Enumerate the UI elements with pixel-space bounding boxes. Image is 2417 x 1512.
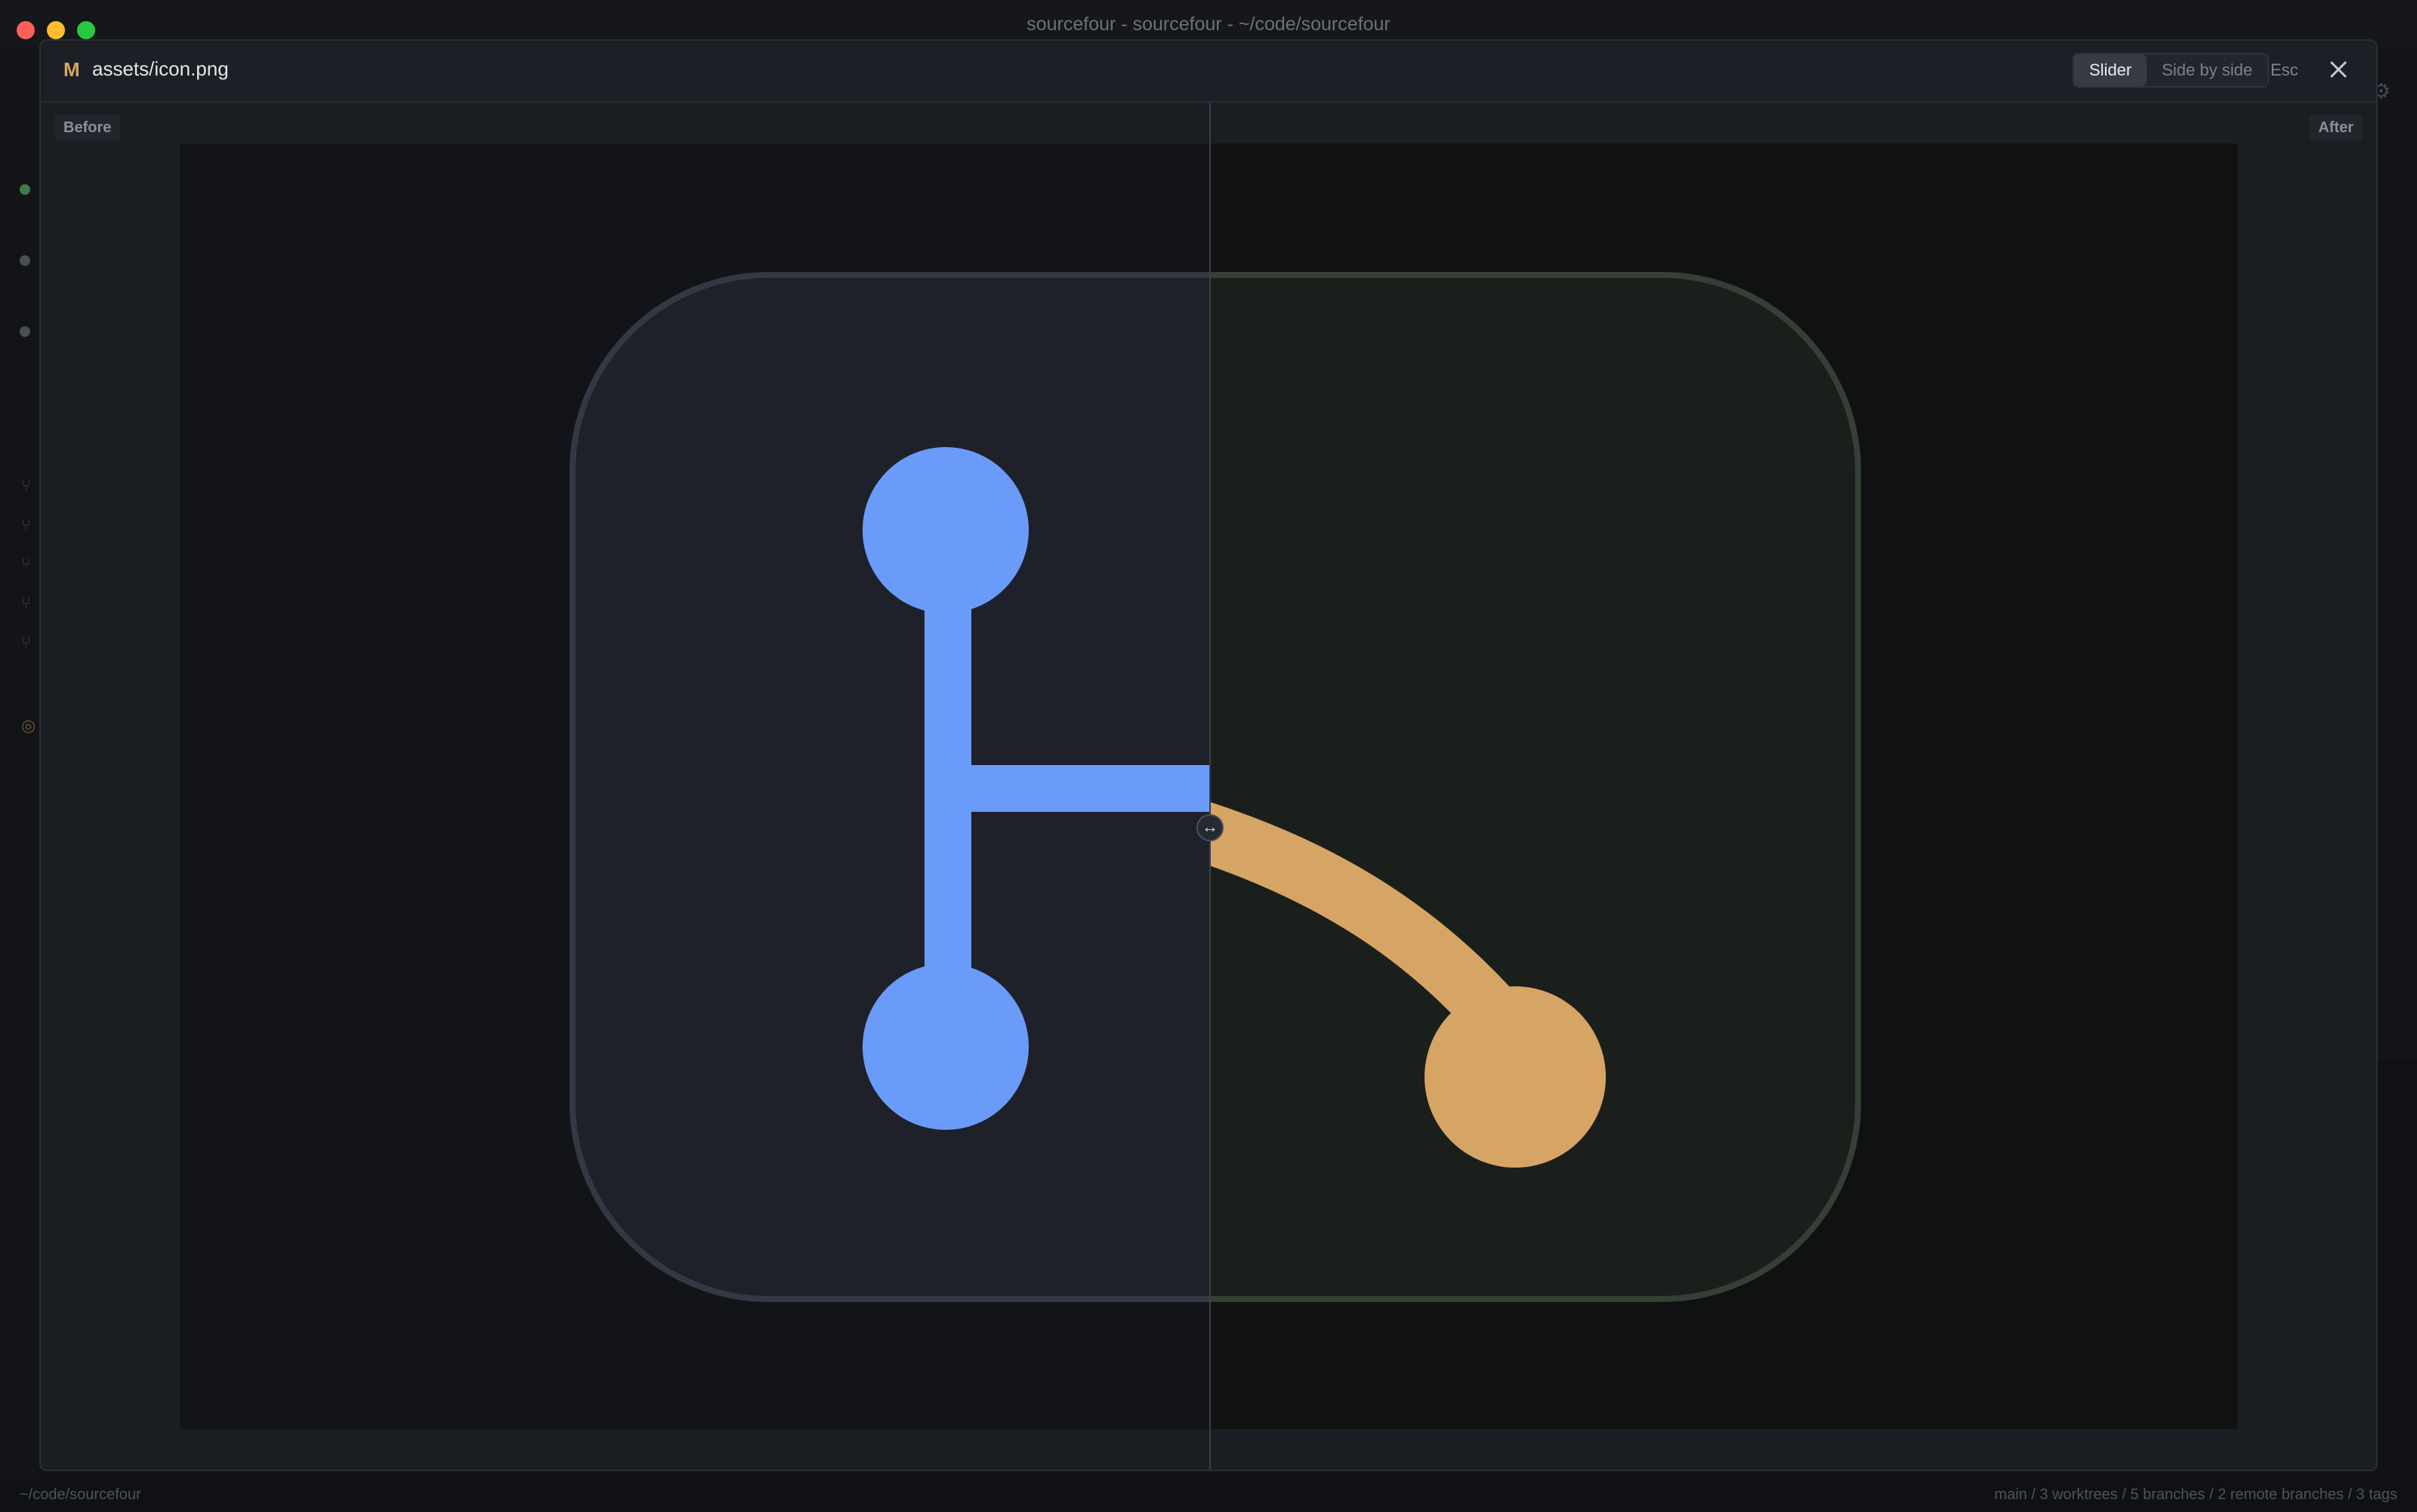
after-label: After <box>2309 115 2363 140</box>
view-mode-side-by-side-button[interactable]: Side by side <box>2147 54 2267 86</box>
file-path: assets/icon.png <box>92 57 229 80</box>
window-title: sourcefour - sourcefour - ~/code/sourcef… <box>1026 14 1391 35</box>
image-canvas <box>180 143 2237 1429</box>
status-bar: ~/code/sourcefour main / 3 worktrees / 5… <box>0 1480 2417 1512</box>
slider-divider[interactable] <box>1209 103 1211 1470</box>
modal-header: M assets/icon.png Slider Side by side Es… <box>41 41 2376 103</box>
status-dot-icon <box>20 326 30 337</box>
branch-icon: ⑂ <box>21 633 32 652</box>
repo-summary: main / 3 worktrees / 5 branches / 2 remo… <box>1994 1486 2397 1503</box>
slider-handle[interactable]: ↔ <box>1196 814 1224 841</box>
view-mode-slider-button[interactable]: Slider <box>2074 54 2147 86</box>
view-mode-toggle: Slider Side by side <box>2073 53 2270 88</box>
close-button[interactable] <box>2323 54 2354 85</box>
before-label: Before <box>54 115 121 140</box>
branch-icon: ⑂ <box>21 476 32 495</box>
close-icon <box>2330 61 2347 78</box>
modified-status-badge: M <box>63 58 80 81</box>
branch-icon: ⑂ <box>21 515 32 534</box>
background-panel <box>2376 48 2417 1060</box>
globe-icon: ◎ <box>21 716 36 735</box>
background-sidebar: ⑂ ⑂ ⑂ ⑂ ⑂ ◎ <box>0 48 41 1483</box>
status-dot-icon <box>20 184 30 195</box>
status-path: ~/code/sourcefour <box>20 1486 141 1503</box>
branch-icon: ⑂ <box>21 594 32 613</box>
drag-horizontal-icon: ↔ <box>1202 817 1218 836</box>
status-dot-icon <box>20 255 30 266</box>
icon-image <box>180 143 2237 1429</box>
image-compare-viewer[interactable]: Before After ↔ <box>41 103 2376 1470</box>
image-diff-modal: M assets/icon.png Slider Side by side Es… <box>39 39 2378 1471</box>
branch-icon: ⑂ <box>21 554 32 573</box>
esc-hint: Esc <box>2270 60 2298 79</box>
